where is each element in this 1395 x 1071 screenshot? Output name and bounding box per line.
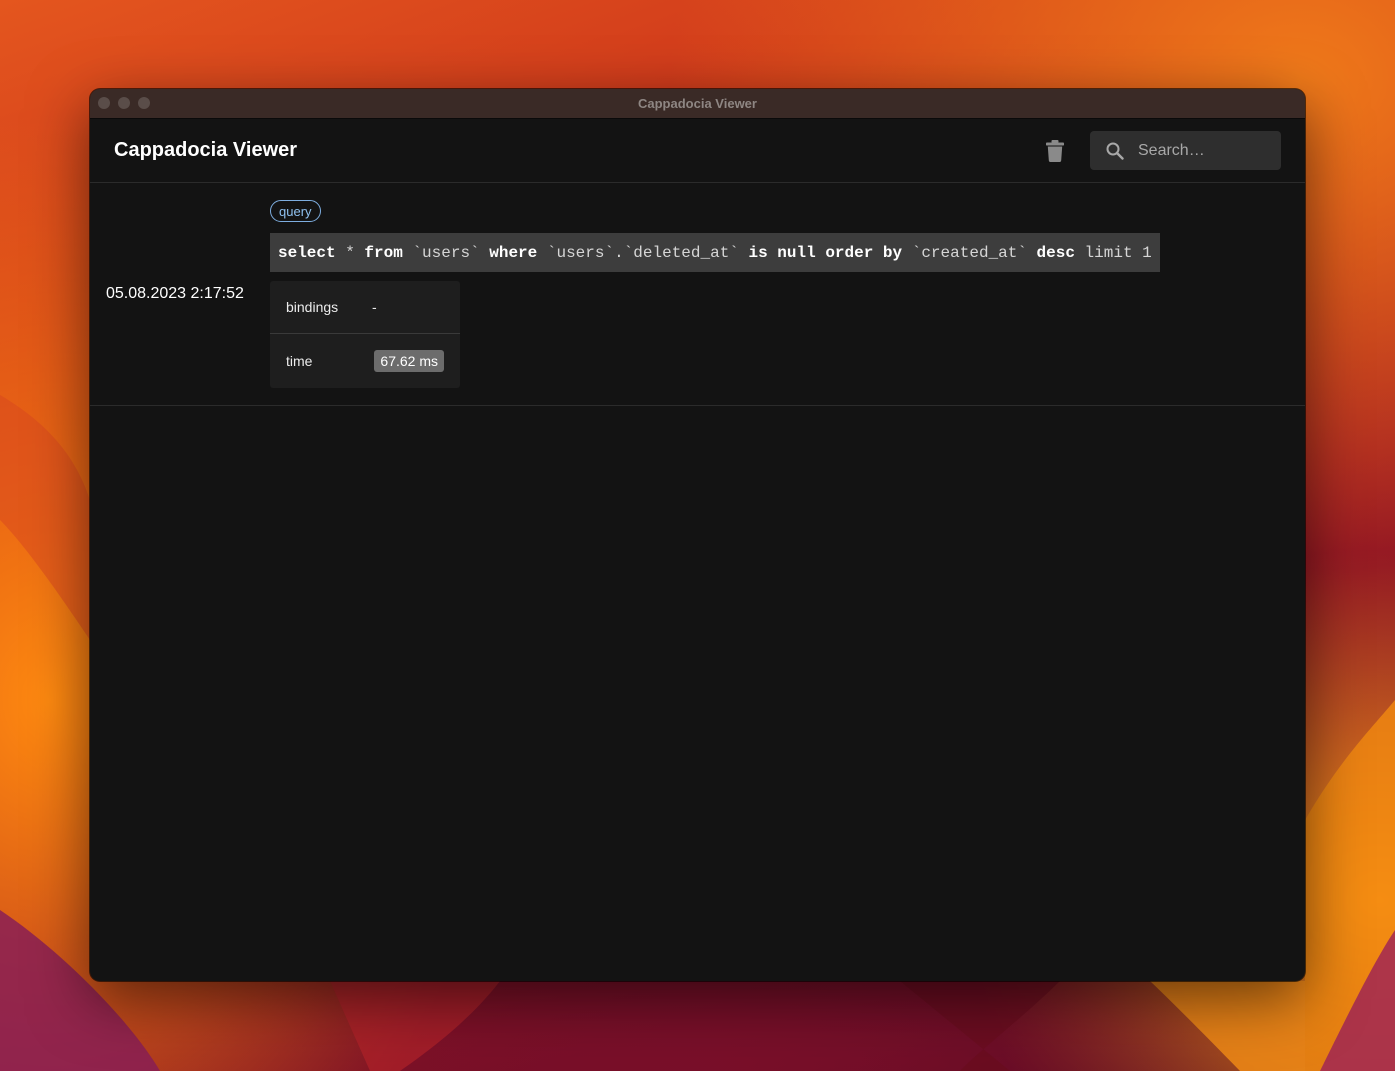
window-title: Cappadocia Viewer [638, 96, 757, 111]
time-value: 67.62 ms [374, 350, 444, 372]
sql-keyword: select [278, 243, 336, 262]
search-input[interactable] [1136, 140, 1270, 161]
app-title: Cappadocia Viewer [114, 139, 298, 161]
window-controls [98, 97, 150, 109]
entry-timestamp: 05.08.2023 2:17:52 [106, 285, 244, 302]
trash-icon [1046, 139, 1064, 162]
sql-keyword: desc [1036, 243, 1075, 262]
log-entry[interactable]: 05.08.2023 2:17:52 query select * from `… [90, 183, 1305, 406]
sql-keyword: from [364, 243, 403, 262]
sql-text: `users`.`deleted_at` [537, 243, 749, 262]
entry-type-badge: query [270, 200, 321, 222]
entry-details: bindings - time 67.62 ms [270, 281, 460, 388]
sql-text: `users` [402, 243, 490, 262]
zoom-window-button[interactable] [138, 97, 150, 109]
search-box[interactable] [1090, 131, 1281, 170]
sql-keyword: is null order by [748, 243, 903, 262]
close-window-button[interactable] [98, 97, 110, 109]
sql-text: * [335, 243, 365, 262]
time-row: time 67.62 ms [270, 333, 460, 388]
app-bar: Cappadocia Viewer [90, 119, 1305, 183]
sql-keyword: where [489, 243, 538, 262]
bindings-value: - [372, 299, 377, 315]
minimize-window-button[interactable] [118, 97, 130, 109]
bindings-label: bindings [286, 299, 339, 315]
search-icon [1106, 142, 1124, 160]
sql-text: `created_at` [902, 243, 1037, 262]
titlebar[interactable]: Cappadocia Viewer [90, 89, 1305, 119]
clear-button[interactable] [1044, 137, 1066, 165]
time-label: time [286, 353, 313, 369]
app-window: Cappadocia Viewer Cappadocia Viewer 05.0… [90, 89, 1305, 981]
sql-text: limit 1 [1074, 243, 1152, 262]
bindings-row: bindings - [270, 281, 460, 333]
sql-query: select * from `users` where `users`.`del… [270, 233, 1160, 272]
